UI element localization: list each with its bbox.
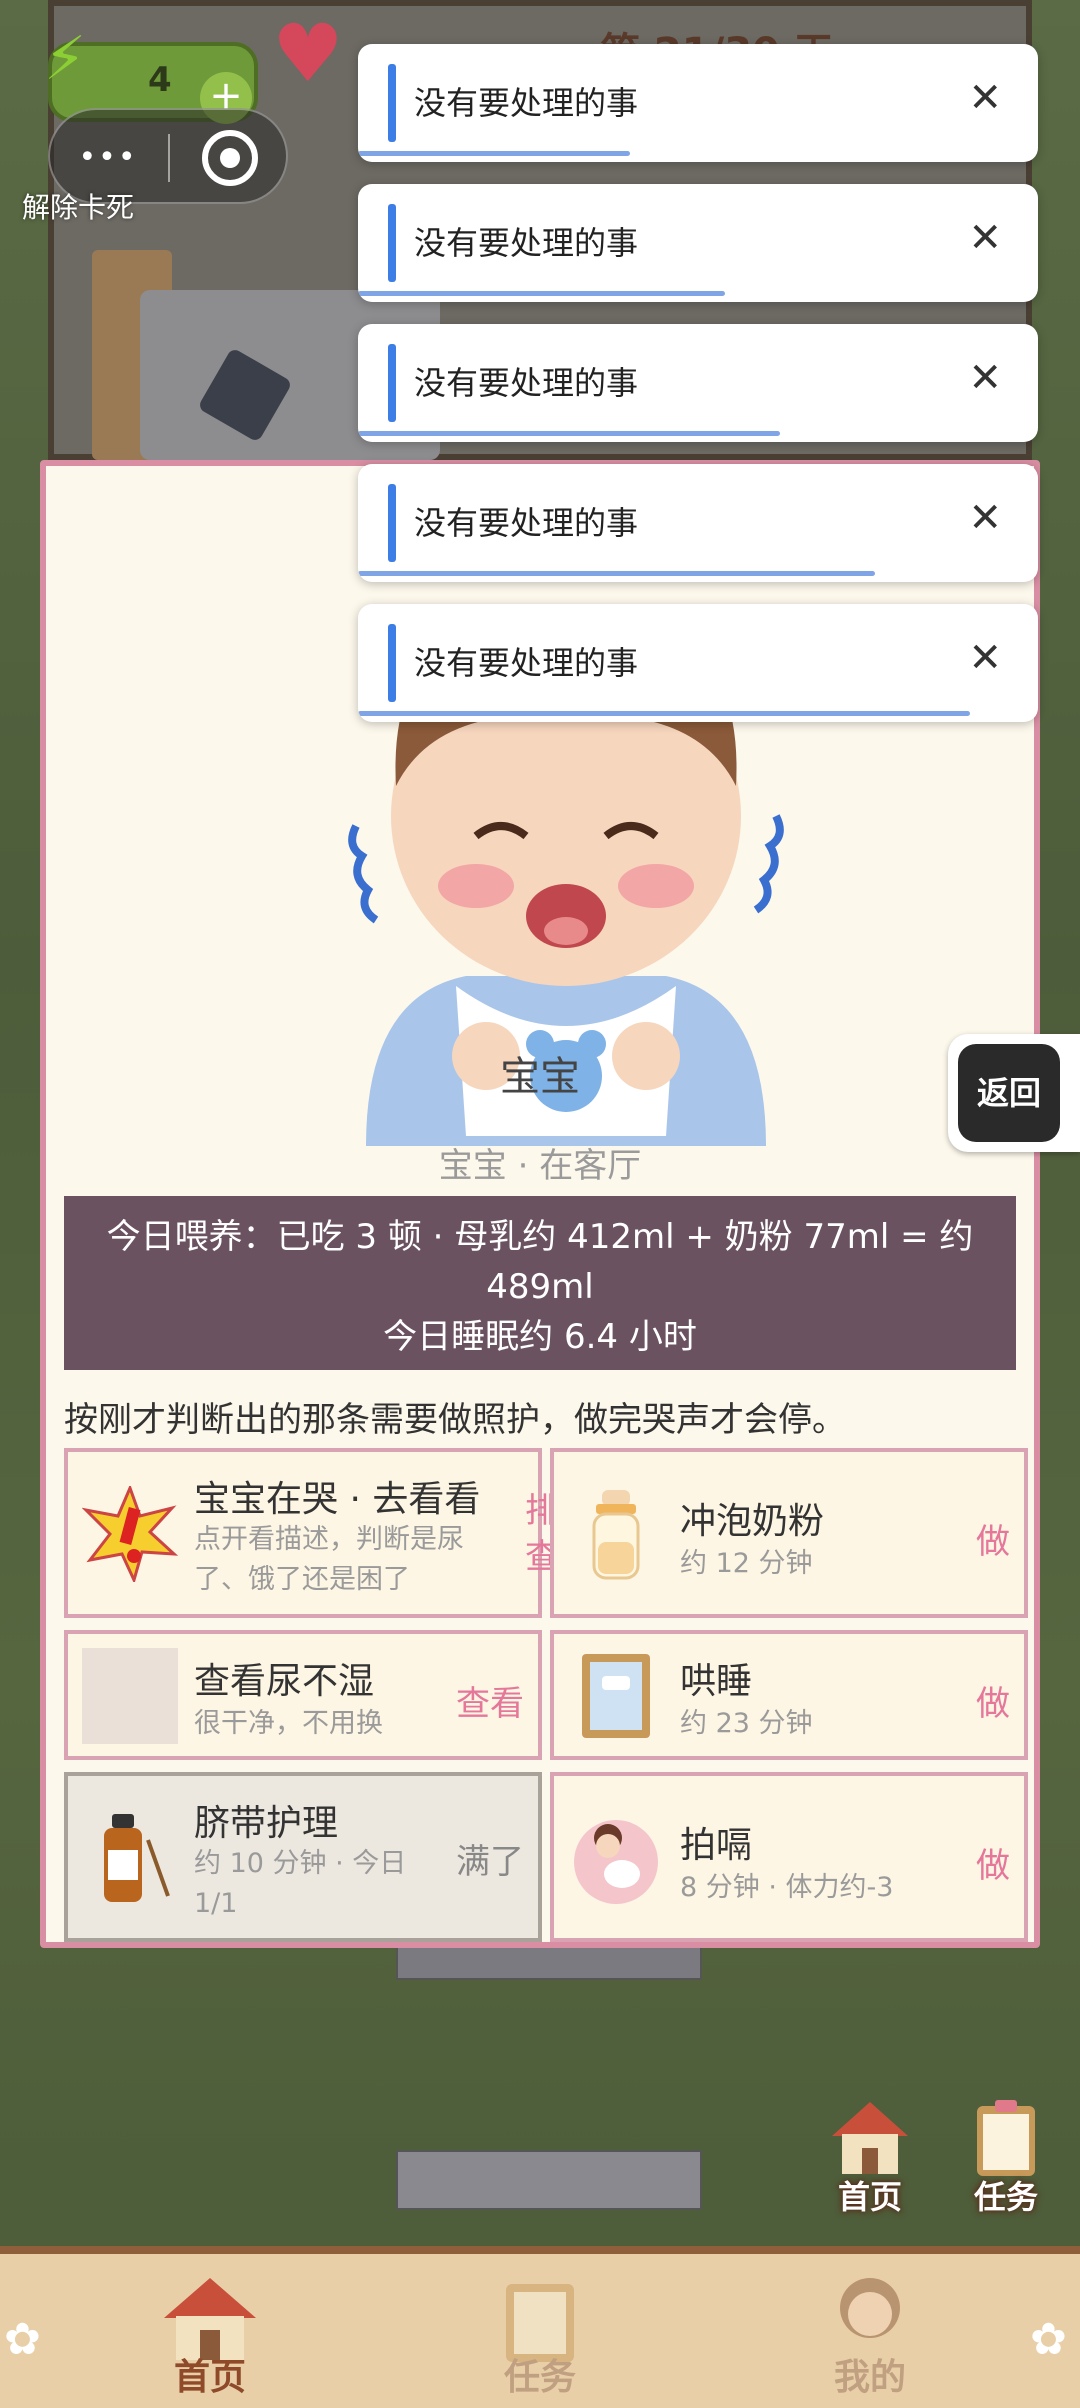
card-title: 查看尿不湿 bbox=[194, 1661, 375, 1702]
back-button-label: 返回 bbox=[958, 1044, 1060, 1142]
toast-message: 没有要处理的事 bbox=[414, 84, 639, 122]
card-title: 脐带护理 bbox=[194, 1803, 339, 1844]
stats-feeding-total: 489ml bbox=[486, 1267, 594, 1307]
toast-notification: 没有要处理的事 ✕ bbox=[358, 184, 1038, 302]
toast-notification: 没有要处理的事 ✕ bbox=[358, 604, 1038, 722]
shortcut-label: 任务 bbox=[973, 2178, 1038, 2216]
close-icon[interactable]: ✕ bbox=[968, 350, 1002, 406]
card-title: 哄睡 bbox=[680, 1661, 753, 1702]
toast-message: 没有要处理的事 bbox=[414, 224, 639, 262]
clipboard-icon bbox=[977, 2100, 1035, 2176]
navel-full-label: 满了 bbox=[456, 1842, 524, 1882]
toast-progress bbox=[358, 291, 726, 296]
do-sleep-button[interactable]: 做 bbox=[976, 1676, 1010, 1725]
shortcut-home[interactable]: 首页 bbox=[812, 2098, 928, 2218]
toast-accent-bar bbox=[388, 624, 396, 702]
toast-accent-bar bbox=[388, 484, 396, 562]
baby-name: 宝宝 bbox=[500, 1054, 580, 1100]
card-subtitle: 很干净，不用换 bbox=[194, 1708, 383, 1739]
do-burp-button[interactable]: 做 bbox=[976, 1838, 1010, 1887]
toast-message: 没有要处理的事 bbox=[414, 364, 639, 402]
lightning-icon: ⚡ bbox=[44, 24, 87, 94]
diaper-icon bbox=[82, 1648, 178, 1744]
care-hint: 按刚才判断出的那条需要做照护，做完哭声才会停。 bbox=[64, 1400, 846, 1440]
do-formula-button[interactable]: 做 bbox=[976, 1514, 1010, 1563]
card-subtitle: 点开看描述，判断是尿了、饿了还是困了 bbox=[194, 1524, 464, 1595]
toast-message: 没有要处理的事 bbox=[414, 504, 639, 542]
baby-bottle-icon bbox=[592, 1490, 640, 1580]
nav-label: 任务 bbox=[503, 2357, 576, 2398]
daily-stats-panel: 今日喂养：已吃 3 顿 · 母乳约 412ml + 奶粉 77ml = 约 48… bbox=[64, 1196, 1016, 1370]
shortcut-label: 首页 bbox=[837, 2178, 902, 2216]
capsule-divider bbox=[168, 134, 170, 182]
medicine-bottle-icon bbox=[104, 1814, 170, 1902]
crib-icon bbox=[582, 1654, 650, 1738]
card-subtitle: 约 12 分钟 bbox=[680, 1548, 813, 1579]
card-title: 冲泡奶粉 bbox=[680, 1501, 825, 1542]
flower-icon: ✿ bbox=[1030, 2314, 1067, 2365]
flower-icon: ✿ bbox=[4, 2314, 41, 2365]
card-title: 宝宝在哭 · 去看看 bbox=[194, 1479, 481, 1520]
floor-rug bbox=[396, 2150, 702, 2210]
toast-progress bbox=[358, 431, 780, 436]
check-crying-card[interactable]: 宝宝在哭 · 去看看 点开看描述，判断是尿了、饿了还是困了 排查 bbox=[64, 1448, 559, 1618]
formula-card[interactable]: 冲泡奶粉 约 12 分钟 做 bbox=[550, 1448, 1028, 1618]
nav-home[interactable]: 首页 bbox=[110, 2274, 310, 2408]
nav-me[interactable]: 我的 bbox=[770, 2274, 970, 2408]
back-button[interactable]: 返回 bbox=[948, 1034, 1080, 1152]
nav-tasks[interactable]: 任务 bbox=[440, 2274, 640, 2408]
shortcut-tasks[interactable]: 任务 bbox=[948, 2098, 1064, 2218]
toast-message: 没有要处理的事 bbox=[414, 644, 639, 682]
close-icon[interactable]: ✕ bbox=[968, 70, 1002, 126]
toast-progress bbox=[358, 571, 875, 576]
navel-care-card: 脐带护理 约 10 分钟 · 今日 1/1 满了 bbox=[64, 1772, 542, 1942]
toast-progress bbox=[358, 711, 970, 716]
house-icon bbox=[832, 2102, 908, 2174]
alert-burst-icon bbox=[82, 1486, 178, 1582]
mother-baby-icon bbox=[574, 1820, 658, 1904]
more-button[interactable]: ••• bbox=[78, 128, 138, 188]
stats-sleep: 今日睡眠约 6.4 小时 bbox=[383, 1317, 697, 1357]
energy-count: 4 bbox=[148, 60, 172, 100]
nav-label: 首页 bbox=[173, 2357, 246, 2398]
baby-location: 宝宝 · 在客厅 bbox=[438, 1146, 642, 1186]
card-subtitle: 约 10 分钟 · 今日 1/1 bbox=[194, 1848, 407, 1919]
stats-feeding: 今日喂养：已吃 3 顿 · 母乳约 412ml + 奶粉 77ml = 约 bbox=[106, 1217, 974, 1257]
toast-notification: 没有要处理的事 ✕ bbox=[358, 44, 1038, 162]
diaper-card[interactable]: 查看尿不湿 很干净，不用换 查看 bbox=[64, 1630, 542, 1760]
heart-icon: ♥ bbox=[272, 7, 344, 100]
toast-notification: 没有要处理的事 ✕ bbox=[358, 324, 1038, 442]
unstuck-button[interactable]: 解除卡死 bbox=[22, 186, 134, 226]
close-icon[interactable]: ✕ bbox=[968, 210, 1002, 266]
card-subtitle: 8 分钟 · 体力约-3 bbox=[680, 1872, 894, 1903]
card-title: 拍嗝 bbox=[680, 1825, 753, 1866]
card-subtitle: 约 23 分钟 bbox=[680, 1708, 813, 1739]
toast-notification: 没有要处理的事 ✕ bbox=[358, 464, 1038, 582]
close-icon[interactable]: ✕ bbox=[968, 630, 1002, 686]
burp-card[interactable]: 拍嗝 8 分钟 · 体力约-3 做 bbox=[550, 1772, 1028, 1942]
toast-accent-bar bbox=[388, 204, 396, 282]
toast-progress bbox=[358, 151, 630, 156]
close-icon[interactable]: ✕ bbox=[968, 490, 1002, 546]
toast-accent-bar bbox=[388, 344, 396, 422]
nav-label: 我的 bbox=[833, 2357, 906, 2398]
check-diaper-button[interactable]: 查看 bbox=[456, 1676, 524, 1725]
bottom-nav: ✿ ✿ 首页 任务 我的 bbox=[0, 2246, 1080, 2408]
sleep-card[interactable]: 哄睡 约 23 分钟 做 bbox=[550, 1630, 1028, 1760]
close-miniprogram-button[interactable] bbox=[202, 130, 258, 186]
toast-accent-bar bbox=[388, 64, 396, 142]
